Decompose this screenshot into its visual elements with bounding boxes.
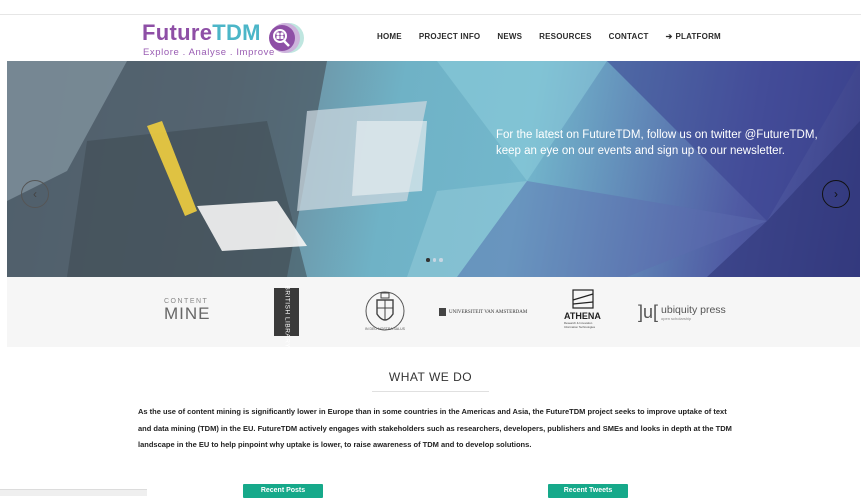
- athena-sub2-text: Information Technologies: [564, 325, 596, 329]
- what-we-do-body: As the use of content mining is signific…: [138, 407, 732, 449]
- main-nav: HOME PROJECT INFO NEWS RESOURCES CONTACT…: [377, 32, 738, 41]
- partner-radboud[interactable]: IN DEO NOSTRA SALUS: [362, 286, 408, 336]
- logo-title-future: Future: [142, 20, 213, 45]
- radboud-text: IN DEO NOSTRA SALUS: [365, 327, 405, 331]
- site-logo[interactable]: FutureTDM Explore . Analyse . Improve: [142, 20, 312, 60]
- what-we-do-title: WHAT WE DO: [388, 370, 473, 384]
- contentmine-bottom-text: MINE: [164, 304, 211, 323]
- athena-text: ATHENA: [564, 311, 601, 321]
- nav-news[interactable]: NEWS: [497, 32, 522, 41]
- logo-title: FutureTDM: [142, 20, 261, 46]
- partner-contentmine[interactable]: CONTENT MINE: [164, 298, 211, 324]
- chevron-left-icon: ‹: [33, 187, 37, 201]
- slider-dots: [426, 258, 443, 262]
- recent-tweets-button[interactable]: Recent Tweets: [548, 484, 628, 498]
- site-header: FutureTDM Explore . Analyse . Improve HO…: [0, 15, 861, 61]
- partner-logos: CONTENT MINE BRITISH LIBRARY IN DEO NOST…: [7, 277, 860, 349]
- slider-next-button[interactable]: ›: [822, 180, 850, 208]
- nav-resources[interactable]: RESOURCES: [539, 32, 591, 41]
- slider-background-image: [7, 61, 860, 277]
- slider-dot-2[interactable]: [432, 258, 436, 262]
- magnifier-people-icon: [269, 23, 304, 53]
- british-library-text: BRITISH LIBRARY: [283, 285, 291, 349]
- chevron-right-icon: ›: [834, 187, 838, 201]
- logo-tagline: Explore . Analyse . Improve: [143, 47, 275, 58]
- nav-home[interactable]: HOME: [377, 32, 402, 41]
- slider-dot-1[interactable]: [426, 258, 430, 262]
- hero-slider: For the latest on FutureTDM, follow us o…: [7, 61, 860, 277]
- partner-ubiquity-press[interactable]: ]u[ ubiquity press open scholarship: [638, 302, 726, 323]
- slider-caption: For the latest on FutureTDM, follow us o…: [496, 129, 818, 157]
- partner-athena[interactable]: ATHENA Research & Innovation Information…: [564, 288, 606, 329]
- partner-uva[interactable]: UNIVERSITEIT VAN AMSTERDAM: [439, 308, 527, 316]
- uva-text: UNIVERSITEIT VAN AMSTERDAM: [449, 309, 528, 315]
- title-divider: [372, 391, 489, 392]
- slider-dot-3[interactable]: [439, 258, 443, 262]
- ubiquity-text: ubiquity press: [661, 304, 726, 316]
- nav-contact[interactable]: CONTACT: [609, 32, 649, 41]
- partner-british-library[interactable]: BRITISH LIBRARY: [274, 285, 299, 349]
- nav-project-info[interactable]: PROJECT INFO: [419, 32, 481, 41]
- ubiquity-text-group: ubiquity press open scholarship: [661, 304, 726, 321]
- logo-title-tdm: TDM: [212, 20, 261, 45]
- athena-logo-icon: [572, 289, 594, 309]
- ubiquity-sub-text: open scholarship: [661, 316, 692, 321]
- ubiquity-bracket-icon: ]u[: [638, 302, 659, 322]
- uva-crest-icon: [439, 308, 446, 316]
- nav-platform[interactable]: ➔ PLATFORM: [666, 32, 721, 41]
- recent-posts-button[interactable]: Recent Posts: [243, 484, 323, 498]
- sign-in-icon: ➔: [665, 32, 673, 41]
- nav-platform-label: PLATFORM: [675, 32, 721, 41]
- slider-prev-button[interactable]: ‹: [21, 180, 49, 208]
